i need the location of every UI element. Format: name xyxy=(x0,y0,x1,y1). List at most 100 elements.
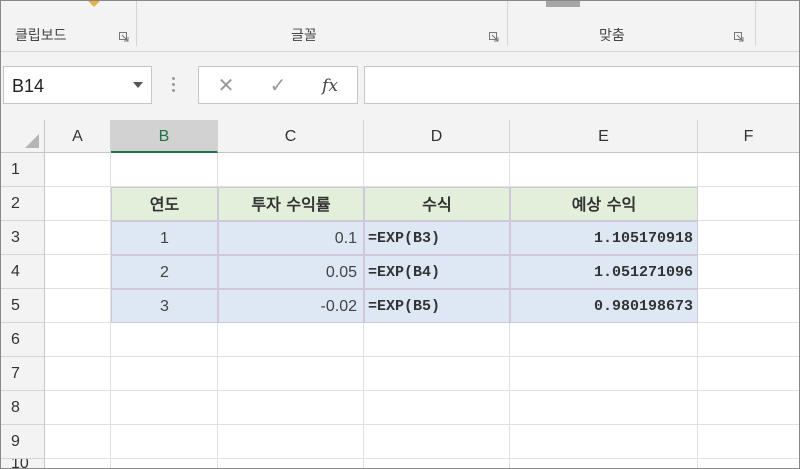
row-header-9[interactable]: 9 xyxy=(0,425,45,459)
grid-cell[interactable] xyxy=(111,153,218,187)
grid-cell[interactable] xyxy=(364,425,510,459)
drag-handle-icon[interactable] xyxy=(172,77,176,93)
grid-cell[interactable] xyxy=(364,153,510,187)
column-header-b[interactable]: B xyxy=(111,120,218,153)
grid-cell[interactable] xyxy=(45,459,111,469)
clipboard-launcher-icon[interactable] xyxy=(119,32,129,42)
grid-cell[interactable] xyxy=(45,323,111,357)
table-cell-formula[interactable]: =EXP(B5) xyxy=(364,289,510,323)
table-header-formula[interactable]: 수식 xyxy=(364,187,510,221)
table-cell-rate[interactable]: 0.1 xyxy=(218,221,364,255)
worksheet-grid: A B C D E F 1 2 3 4 5 6 7 8 9 10 연도 투자 수… xyxy=(0,120,800,469)
column-header-e[interactable]: E xyxy=(510,120,698,153)
table-header-expected-return[interactable]: 예상 수익 xyxy=(510,187,698,221)
table-cell-formula[interactable]: =EXP(B4) xyxy=(364,255,510,289)
table-cell-rate[interactable]: -0.02 xyxy=(218,289,364,323)
grid-cell[interactable] xyxy=(45,391,111,425)
row-header-8[interactable]: 8 xyxy=(0,391,45,425)
row-header-5[interactable]: 5 xyxy=(0,289,45,323)
grid-cell[interactable] xyxy=(698,323,800,357)
row-header-3[interactable]: 3 xyxy=(0,221,45,255)
column-header-a[interactable]: A xyxy=(45,120,111,153)
grid-cell[interactable] xyxy=(45,187,111,221)
alignment-group: 맞춤 xyxy=(508,0,756,52)
insert-function-icon[interactable]: fx xyxy=(315,73,345,99)
grid-cell[interactable] xyxy=(510,459,698,469)
grid-cell[interactable] xyxy=(45,289,111,323)
grid-cell[interactable] xyxy=(510,153,698,187)
ribbon: 클립보드 글꼴 맞춤 xyxy=(0,0,800,52)
font-launcher-icon[interactable] xyxy=(489,32,499,42)
formula-input[interactable] xyxy=(364,66,800,104)
grid-cell[interactable] xyxy=(510,357,698,391)
row-header-7[interactable]: 7 xyxy=(0,357,45,391)
row-header-1[interactable]: 1 xyxy=(0,153,45,187)
table-cell-formula[interactable]: =EXP(B3) xyxy=(364,221,510,255)
grid-cell[interactable] xyxy=(218,425,364,459)
column-header-d[interactable]: D xyxy=(364,120,510,153)
column-header-f[interactable]: F xyxy=(698,120,800,153)
grid-cell[interactable] xyxy=(698,187,800,221)
table-cell-result[interactable]: 0.980198673 xyxy=(510,289,698,323)
grid-cell[interactable] xyxy=(698,153,800,187)
table-cell-rate[interactable]: 0.05 xyxy=(218,255,364,289)
formula-bar: B14 ✕ ✓ fx xyxy=(0,52,800,120)
grid-cell[interactable] xyxy=(364,391,510,425)
grid-cell[interactable] xyxy=(218,459,364,469)
grid-cell[interactable] xyxy=(111,391,218,425)
grid-cell[interactable] xyxy=(45,221,111,255)
grid-cell[interactable] xyxy=(111,459,218,469)
table-cell-result[interactable]: 1.105170918 xyxy=(510,221,698,255)
font-group-label: 글꼴 xyxy=(291,28,317,44)
grid-cell[interactable] xyxy=(45,357,111,391)
row-header-6[interactable]: 6 xyxy=(0,323,45,357)
grid-cell[interactable] xyxy=(45,255,111,289)
ribbon-separator xyxy=(755,0,756,46)
clipboard-group-label: 클립보드 xyxy=(15,28,67,44)
grid-cell[interactable] xyxy=(45,425,111,459)
grid-cell[interactable] xyxy=(218,357,364,391)
clipboard-group: 클립보드 xyxy=(0,0,136,52)
alignment-launcher-icon[interactable] xyxy=(734,32,744,42)
table-cell-result[interactable]: 1.051271096 xyxy=(510,255,698,289)
alignment-group-label: 맞춤 xyxy=(599,28,625,44)
grid-cell[interactable] xyxy=(218,323,364,357)
row-header-10[interactable]: 10 xyxy=(0,459,45,469)
grid-cell[interactable] xyxy=(218,391,364,425)
grid-cell[interactable] xyxy=(45,153,111,187)
grid-cell[interactable] xyxy=(698,357,800,391)
grid-cell[interactable] xyxy=(364,323,510,357)
enter-icon[interactable]: ✓ xyxy=(263,73,293,99)
row-header-2[interactable]: 2 xyxy=(0,187,45,221)
grid-cell[interactable] xyxy=(698,289,800,323)
select-all-button[interactable] xyxy=(0,120,45,153)
name-box-value: B14 xyxy=(12,76,45,96)
table-cell-year[interactable]: 3 xyxy=(111,289,218,323)
font-group: 글꼴 xyxy=(137,0,507,52)
name-box[interactable]: B14 xyxy=(3,66,152,104)
grid-cell[interactable] xyxy=(510,323,698,357)
table-header-year[interactable]: 연도 xyxy=(111,187,218,221)
row-header-4[interactable]: 4 xyxy=(0,255,45,289)
table-header-rate[interactable]: 투자 수익률 xyxy=(218,187,364,221)
chevron-down-icon[interactable] xyxy=(133,82,143,88)
grid-cell[interactable] xyxy=(698,255,800,289)
grid-cell[interactable] xyxy=(111,425,218,459)
grid-cell[interactable] xyxy=(111,357,218,391)
grid-cell[interactable] xyxy=(218,153,364,187)
grid-cell[interactable] xyxy=(698,221,800,255)
grid-cell[interactable] xyxy=(510,391,698,425)
cancel-icon[interactable]: ✕ xyxy=(211,73,241,99)
grid-cell[interactable] xyxy=(111,323,218,357)
grid-cell[interactable] xyxy=(364,459,510,469)
grid-cell[interactable] xyxy=(698,391,800,425)
grid-cell[interactable] xyxy=(510,425,698,459)
grid-cell[interactable] xyxy=(364,357,510,391)
table-cell-year[interactable]: 2 xyxy=(111,255,218,289)
table-cell-year[interactable]: 1 xyxy=(111,221,218,255)
select-all-triangle-icon xyxy=(25,134,39,148)
formula-buttons: ✕ ✓ fx xyxy=(198,66,358,104)
grid-cell[interactable] xyxy=(698,425,800,459)
grid-cell[interactable] xyxy=(698,459,800,469)
column-header-c[interactable]: C xyxy=(218,120,364,153)
